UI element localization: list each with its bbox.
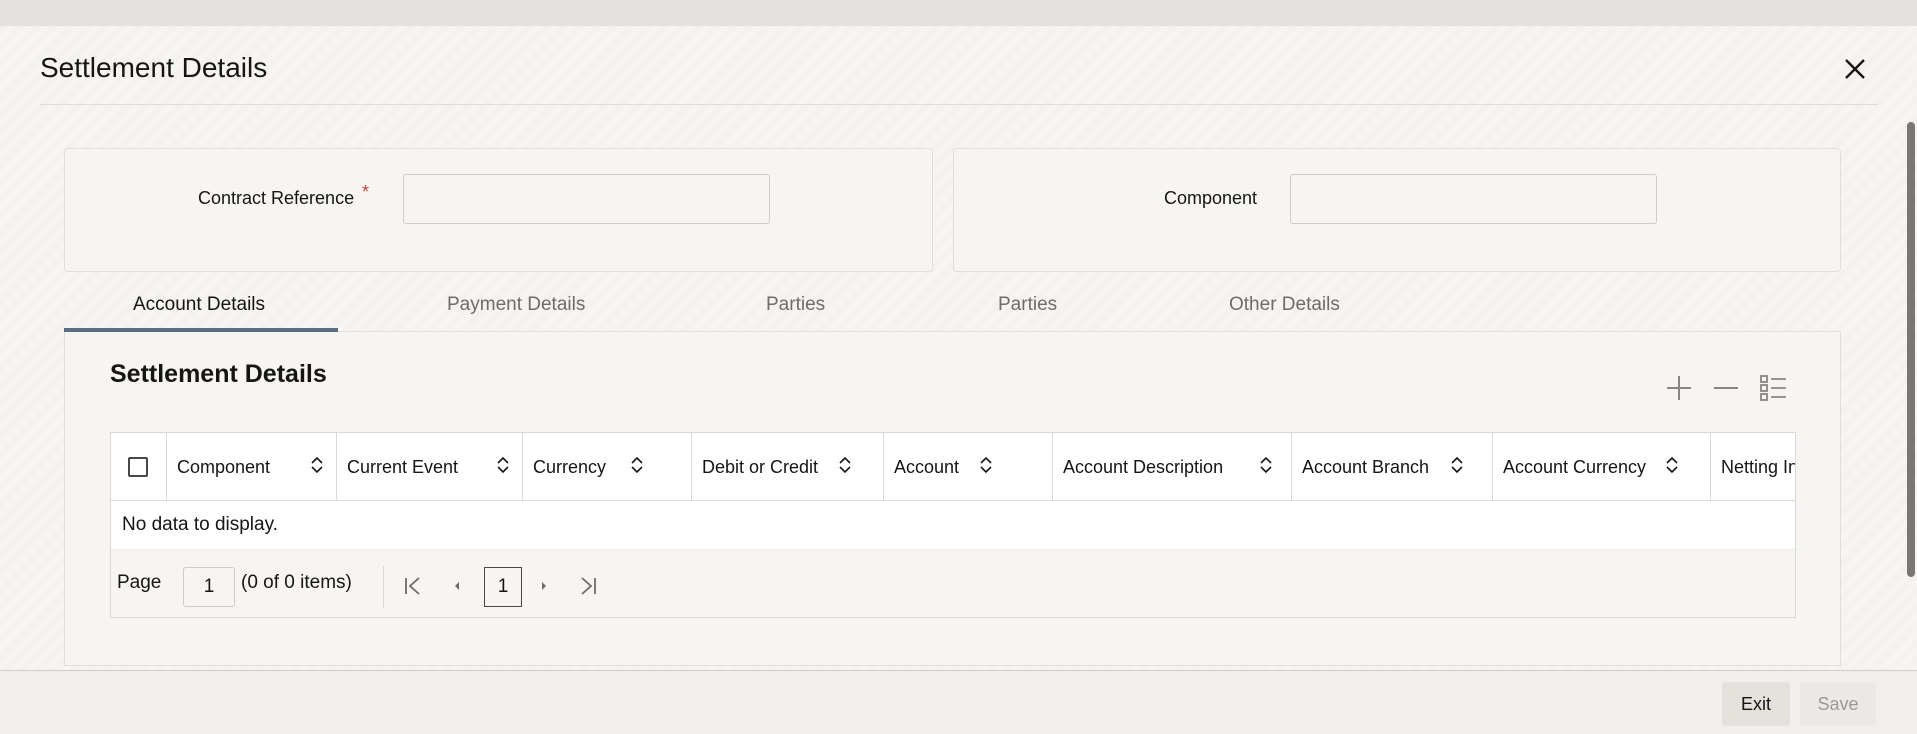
table-header: Component Current Event Currency Debit o… bbox=[111, 433, 1795, 501]
contract-reference-label: Contract Reference bbox=[198, 188, 355, 208]
column-header-account-currency[interactable]: Account Currency bbox=[1493, 433, 1711, 500]
page-label: Page bbox=[117, 572, 162, 593]
first-page-icon[interactable] bbox=[401, 574, 425, 598]
save-button[interactable]: Save bbox=[1800, 682, 1876, 726]
background-strip bbox=[0, 0, 1917, 26]
exit-button[interactable]: Exit bbox=[1722, 682, 1790, 726]
sort-icon bbox=[1451, 456, 1463, 474]
vertical-scrollbar[interactable] bbox=[1907, 122, 1915, 577]
tab-account-details[interactable]: Account Details bbox=[133, 294, 265, 316]
sort-icon bbox=[497, 456, 509, 474]
dialog-footer bbox=[0, 671, 1917, 734]
sort-icon bbox=[311, 456, 323, 474]
sort-icon bbox=[631, 456, 643, 474]
component-label: Component bbox=[1164, 188, 1258, 208]
page-number-input[interactable]: 1 bbox=[183, 567, 235, 607]
tab-parties-2[interactable]: Parties bbox=[998, 294, 1057, 316]
sort-icon bbox=[980, 456, 992, 474]
next-page-icon[interactable] bbox=[532, 574, 556, 598]
column-header-account-description[interactable]: Account Description bbox=[1053, 433, 1292, 500]
component-input[interactable] bbox=[1290, 174, 1657, 224]
sort-icon bbox=[1260, 456, 1272, 474]
column-header-component[interactable]: Component bbox=[167, 433, 337, 500]
tab-parties[interactable]: Parties bbox=[766, 294, 825, 316]
column-header-currency[interactable]: Currency bbox=[523, 433, 692, 500]
sort-icon bbox=[839, 456, 851, 474]
title-divider bbox=[40, 104, 1878, 105]
select-all-checkbox[interactable] bbox=[128, 457, 148, 477]
required-indicator: * bbox=[362, 182, 370, 202]
remove-icon[interactable] bbox=[1710, 372, 1742, 404]
column-header-debit-or-credit[interactable]: Debit or Credit bbox=[692, 433, 884, 500]
items-count: (0 of 0 items) bbox=[241, 572, 352, 593]
section-title: Settlement Details bbox=[110, 360, 327, 388]
list-view-icon[interactable] bbox=[1757, 372, 1789, 404]
contract-reference-input[interactable] bbox=[403, 174, 770, 224]
dialog-title: Settlement Details bbox=[40, 52, 268, 83]
sort-icon bbox=[1666, 456, 1678, 474]
close-icon[interactable] bbox=[1840, 54, 1870, 84]
column-header-account[interactable]: Account bbox=[884, 433, 1053, 500]
current-page-button[interactable]: 1 bbox=[484, 567, 522, 607]
pager-divider bbox=[383, 566, 384, 608]
last-page-icon[interactable] bbox=[576, 574, 600, 598]
pagination-bar: Page 1 (0 of 0 items) 1 bbox=[111, 549, 1795, 617]
column-header-current-event[interactable]: Current Event bbox=[337, 433, 523, 500]
empty-table-message: No data to display. bbox=[122, 514, 278, 535]
tab-payment-details[interactable]: Payment Details bbox=[447, 294, 585, 316]
column-header-account-branch[interactable]: Account Branch bbox=[1292, 433, 1493, 500]
tab-other-details[interactable]: Other Details bbox=[1229, 294, 1340, 316]
settlement-details-table: Component Current Event Currency Debit o… bbox=[110, 432, 1796, 618]
previous-page-icon[interactable] bbox=[445, 574, 469, 598]
add-icon[interactable] bbox=[1663, 372, 1695, 404]
select-all-cell bbox=[111, 433, 167, 500]
tab-bar: Account Details Payment Details Parties … bbox=[64, 282, 1841, 332]
column-header-netting-indicator[interactable]: Netting In bbox=[1711, 433, 1795, 500]
